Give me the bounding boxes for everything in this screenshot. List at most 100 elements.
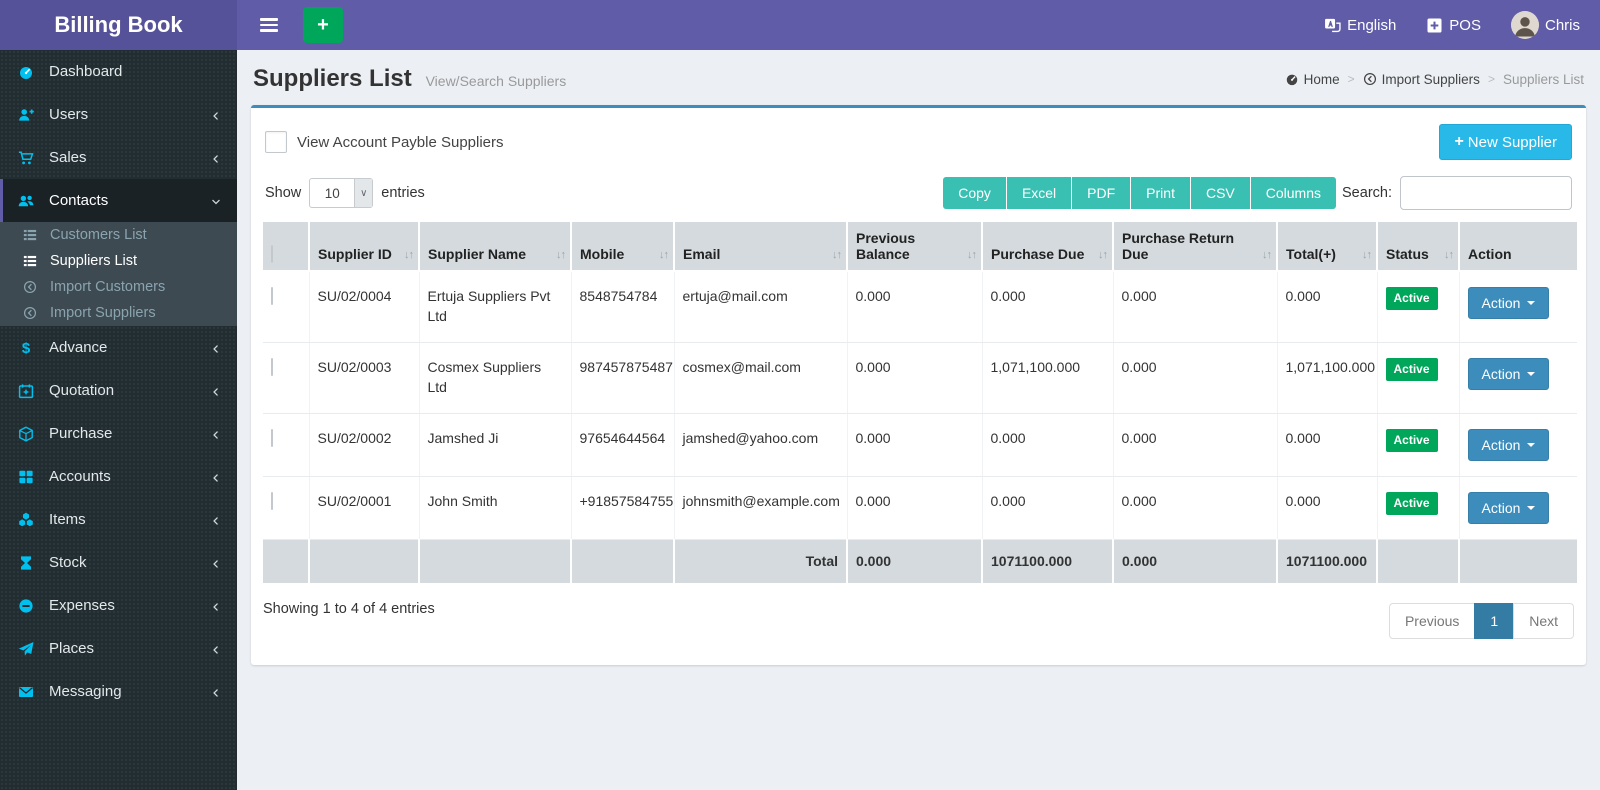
action-button[interactable]: Action	[1467, 287, 1550, 319]
cart-icon	[18, 150, 38, 166]
chevron-left-icon	[210, 385, 222, 397]
breadcrumb-import-suppliers[interactable]: Import Suppliers	[1363, 72, 1480, 87]
column-supplier-name[interactable]: Supplier Name ↓↑	[419, 222, 572, 272]
sidebar-item-import-suppliers[interactable]: Import Suppliers	[0, 300, 237, 326]
action-button[interactable]: Action	[1467, 357, 1550, 390]
caret-down-icon	[1527, 301, 1536, 305]
sidebar-item-purchase[interactable]: Purchase	[0, 412, 237, 455]
sidebar-toggle-icon[interactable]	[249, 0, 289, 50]
sidebar-item-customers-list[interactable]: Customers List	[0, 222, 237, 248]
cube-icon	[18, 425, 38, 442]
search-input[interactable]	[1400, 176, 1572, 210]
cell-previous-balance: 0.000	[847, 271, 983, 343]
row-checkbox[interactable]	[271, 287, 273, 305]
sidebar-item-contacts[interactable]: Contacts	[0, 179, 237, 222]
dollar-icon: $	[18, 340, 38, 356]
column-supplier-id[interactable]: Supplier ID ↓↑	[309, 222, 420, 272]
pagination-1-button[interactable]: 1	[1474, 603, 1515, 640]
cell-status: Active	[1377, 476, 1460, 540]
sidebar-item-places[interactable]: Places	[0, 627, 237, 670]
status-badge: Active	[1385, 491, 1438, 515]
cell-name: Cosmex Suppliers Ltd	[419, 342, 572, 414]
export-pdf-button[interactable]: PDF	[1071, 177, 1131, 209]
column-total[interactable]: Total(+) ↓↑	[1277, 222, 1378, 272]
export-copy-button[interactable]: Copy	[943, 177, 1006, 209]
pos-link[interactable]: POS	[1426, 17, 1481, 34]
sidebar-item-quotation[interactable]: Quotation	[0, 369, 237, 412]
user-menu[interactable]: Chris	[1510, 11, 1580, 39]
export-columns-button[interactable]: Columns	[1249, 177, 1337, 209]
action-button[interactable]: Action	[1467, 491, 1550, 524]
column-label: Previous Balance	[856, 230, 916, 262]
chevron-left-icon	[210, 557, 222, 569]
column-email[interactable]: Email ↓↑	[674, 222, 848, 272]
export-buttons: Copy Excel PDF Print CSV Columns	[943, 177, 1337, 209]
chevron-left-icon	[210, 109, 222, 121]
column-mobile[interactable]: Mobile ↓↑	[571, 222, 675, 272]
table-total-row: Total 0.000 1071100.000 0.000 1071100.000	[263, 538, 1577, 584]
export-print-button[interactable]: Print	[1130, 177, 1190, 209]
brand-logo[interactable]: Billing Book	[0, 0, 237, 50]
sidebar-item-import-customers[interactable]: Import Customers	[0, 274, 237, 300]
sidebar-item-stock[interactable]: Stock	[0, 541, 237, 584]
sidebar-item-label: Items	[49, 511, 86, 528]
export-csv-button[interactable]: CSV	[1189, 177, 1250, 209]
cell-purchase-due: 0.000	[982, 476, 1114, 540]
navbar-right: English POS Chris	[1324, 11, 1580, 39]
select-all-checkbox[interactable]	[271, 245, 273, 263]
cell-email: johnsmith@example.com	[674, 476, 848, 540]
row-checkbox[interactable]	[271, 428, 273, 447]
row-checkbox[interactable]	[271, 357, 273, 376]
page-length-select[interactable]: 10 ∨	[309, 178, 374, 208]
sidebar-item-sales[interactable]: Sales	[0, 136, 237, 179]
column-status[interactable]: Status ↓↑	[1377, 222, 1460, 272]
sidebar-item-suppliers-list[interactable]: Suppliers List	[0, 248, 237, 274]
cell-name: Jamshed Ji	[419, 413, 572, 477]
sort-icon: ↓↑	[404, 249, 414, 261]
export-excel-button[interactable]: Excel	[1005, 177, 1072, 209]
sidebar-item-users[interactable]: Users	[0, 93, 237, 136]
cell-purchase-due: 0.000	[982, 413, 1114, 477]
total-empty-cell	[263, 538, 310, 584]
new-supplier-button[interactable]: + New Supplier	[1439, 124, 1572, 160]
sidebar-item-expenses[interactable]: Expenses	[0, 584, 237, 627]
list-icon	[23, 228, 41, 242]
sidebar-item-dashboard[interactable]: Dashboard	[0, 50, 237, 93]
sidebar-item-label: Expenses	[49, 597, 115, 614]
column-label: Status	[1386, 246, 1429, 262]
import-icon	[23, 306, 41, 320]
quick-add-button[interactable]: +	[303, 7, 343, 43]
sidebar-item-messaging[interactable]: Messaging	[0, 670, 237, 713]
total-empty-cell	[1377, 538, 1460, 584]
column-purchase-return-due[interactable]: Purchase Return Due ↓↑	[1113, 222, 1278, 272]
pagination-previous-button[interactable]: Previous	[1388, 603, 1476, 640]
table-header-row: Supplier ID ↓↑ Supplier Name ↓↑ Mobile ↓↑ Emai…	[263, 222, 1577, 272]
sidebar-item-advance[interactable]: $ Advance	[0, 326, 237, 369]
cell-supplier-id: SU/02/0004	[309, 271, 420, 343]
column-previous-balance[interactable]: Previous Balance ↓↑	[847, 222, 983, 272]
cell-total: 0.000	[1277, 271, 1378, 343]
pagination-next-button[interactable]: Next	[1513, 603, 1574, 640]
column-purchase-due[interactable]: Purchase Due ↓↑	[982, 222, 1114, 272]
minus-circle-icon	[18, 598, 38, 614]
main-header: Billing Book + English POS Chris	[0, 0, 1600, 50]
sidebar-item-items[interactable]: Items	[0, 498, 237, 541]
column-label: Total(+)	[1286, 246, 1336, 262]
top-navbar: + English POS Chris	[237, 0, 1600, 50]
search-label: Search:	[1342, 185, 1392, 201]
cell-supplier-id: SU/02/0003	[309, 342, 420, 414]
chevron-left-icon	[210, 514, 222, 526]
tachometer-icon	[1285, 72, 1299, 86]
page-subtitle: View/Search Suppliers	[425, 73, 567, 89]
chevron-left-icon	[210, 152, 222, 164]
filter-row: View Account Payble Suppliers + New Suppl…	[265, 124, 1572, 160]
payable-suppliers-checkbox[interactable]	[265, 131, 287, 153]
page-length-value: 10	[324, 185, 340, 201]
row-checkbox[interactable]	[271, 491, 273, 510]
language-icon	[1324, 17, 1341, 34]
sidebar-item-accounts[interactable]: Accounts	[0, 455, 237, 498]
action-button[interactable]: Action	[1467, 428, 1550, 461]
breadcrumb-home[interactable]: Home	[1285, 72, 1340, 87]
hourglass-icon	[18, 555, 38, 571]
language-menu[interactable]: English	[1324, 17, 1396, 34]
